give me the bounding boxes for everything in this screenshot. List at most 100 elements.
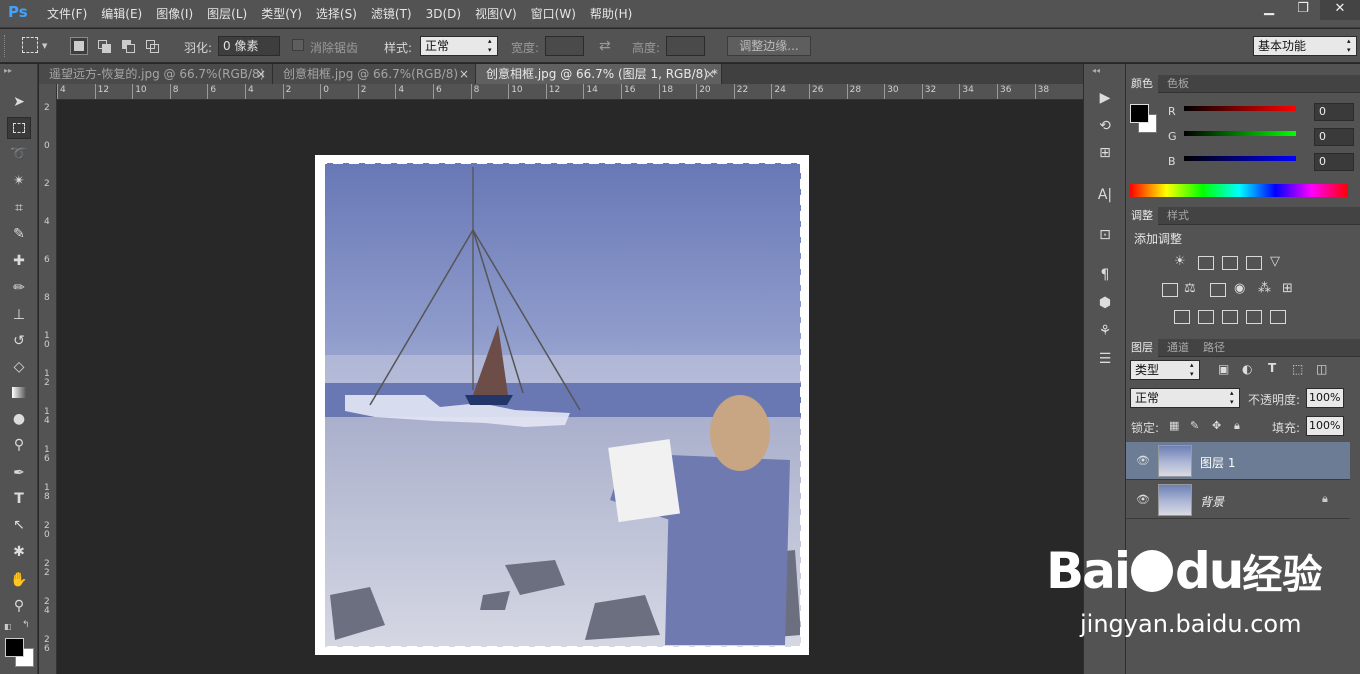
filter-adjust-icon[interactable]: ◐ — [1242, 362, 1252, 376]
close-button[interactable]: ✕ — [1320, 0, 1360, 20]
brush-presets-icon[interactable]: ⊞ — [1093, 142, 1117, 164]
dodge-tool-icon[interactable]: ⚲ — [7, 434, 31, 456]
filter-pixel-icon[interactable]: ▣ — [1218, 362, 1229, 376]
document-image[interactable] — [315, 155, 809, 655]
swap-colors-icon[interactable]: ↰ — [22, 620, 30, 630]
visibility-eye-icon[interactable]: 👁︎ — [1136, 454, 1150, 467]
hand-tool-icon[interactable]: ✋ — [7, 569, 31, 591]
color-spectrum[interactable] — [1130, 184, 1348, 197]
r-input[interactable]: 0 — [1314, 103, 1354, 121]
custom-shape-tool-icon[interactable]: ✱ — [7, 541, 31, 563]
width-input[interactable] — [545, 36, 584, 56]
brush-tool-icon[interactable]: ✏ — [7, 277, 31, 299]
eraser-tool-icon[interactable]: ◇ — [7, 356, 31, 378]
tab-swatches[interactable]: 色板 — [1162, 75, 1194, 93]
curves-icon[interactable] — [1222, 256, 1238, 270]
threshold-icon[interactable] — [1222, 310, 1238, 324]
photo-filter-icon[interactable]: ◉ — [1234, 281, 1245, 296]
feather-input[interactable]: 0 像素 — [218, 36, 280, 56]
tab-adjustments[interactable]: 调整 — [1126, 207, 1158, 225]
lock-all-icon[interactable]: 🔒︎ — [1234, 419, 1240, 433]
tab-document-1[interactable]: 遥望远方-恢复的.jpg @ 66.7%(RGB/8) × — [39, 64, 273, 84]
move-tool-icon[interactable]: ➤ — [7, 91, 31, 113]
filter-type-icon[interactable]: T — [1268, 361, 1276, 375]
levels-icon[interactable] — [1198, 256, 1214, 270]
menu-view[interactable]: 视图(V) — [468, 0, 524, 28]
lock-position-icon[interactable]: ✥ — [1212, 419, 1221, 432]
gradient-tool-icon[interactable] — [7, 382, 31, 404]
tab-document-3[interactable]: 创意相框.jpg @ 66.7% (图层 1, RGB/8) * × — [476, 64, 722, 84]
posterize-icon[interactable] — [1198, 310, 1214, 324]
black-white-icon[interactable] — [1210, 283, 1226, 297]
menu-layer[interactable]: 图层(L) — [200, 0, 254, 28]
lock-pixels-icon[interactable]: ✎ — [1190, 419, 1199, 432]
brightness-icon[interactable]: ☀ — [1174, 254, 1186, 269]
eyedropper-tool-icon[interactable]: ✎ — [7, 223, 31, 245]
menu-window[interactable]: 窗口(W) — [524, 0, 583, 28]
visibility-eye-icon[interactable]: 👁︎ — [1136, 493, 1150, 506]
character-icon[interactable]: A| — [1093, 184, 1117, 206]
exposure-icon[interactable] — [1246, 256, 1262, 270]
r-slider[interactable] — [1184, 106, 1296, 111]
history-brush-tool-icon[interactable]: ↺ — [7, 330, 31, 352]
tool-presets-icon[interactable]: ☰ — [1093, 348, 1117, 370]
menu-type[interactable]: 类型(Y) — [254, 0, 309, 28]
paragraph-icon[interactable]: ¶ — [1093, 264, 1117, 286]
menu-file[interactable]: 文件(F) — [40, 0, 94, 28]
lasso-tool-icon[interactable]: ➰ — [7, 143, 31, 165]
menu-edit[interactable]: 编辑(E) — [94, 0, 149, 28]
path-selection-tool-icon[interactable]: ↖ — [7, 514, 31, 536]
intersect-selection-icon[interactable] — [143, 37, 161, 55]
filter-shape-icon[interactable]: ⬚ — [1292, 362, 1303, 376]
default-colors-icon[interactable]: ◧ — [4, 622, 12, 631]
zoom-tool-icon[interactable]: ⚲ — [7, 595, 31, 617]
tab-close-icon[interactable]: × — [256, 64, 266, 84]
antialias-checkbox[interactable] — [292, 39, 304, 51]
tab-styles[interactable]: 样式 — [1162, 207, 1194, 225]
selective-color-icon[interactable] — [1246, 310, 1262, 324]
height-input[interactable] — [666, 36, 705, 56]
dock-collapse-icon[interactable]: ◂◂ — [1092, 66, 1100, 75]
play-actions-icon[interactable]: ▶ — [1093, 87, 1117, 109]
fill-input[interactable]: 100% — [1306, 416, 1344, 436]
invert-icon[interactable] — [1174, 310, 1190, 324]
clone-stamp-tool-icon[interactable]: ⊥ — [7, 304, 31, 326]
vibrance-icon[interactable]: ▽ — [1270, 254, 1280, 269]
crop-tool-icon[interactable]: ⌗ — [7, 197, 31, 219]
opacity-input[interactable]: 100% — [1306, 388, 1344, 408]
clone-source-icon[interactable]: ⚘ — [1093, 320, 1117, 342]
layer-name[interactable]: 背景 — [1200, 493, 1224, 510]
new-selection-icon[interactable] — [70, 37, 88, 55]
3d-icon[interactable]: ⬢ — [1093, 292, 1117, 314]
menu-filter[interactable]: 滤镜(T) — [364, 0, 419, 28]
g-input[interactable]: 0 — [1314, 128, 1354, 146]
foreground-color-swatch[interactable] — [5, 638, 24, 657]
hue-saturation-icon[interactable] — [1162, 283, 1178, 297]
minimize-button[interactable]: ▁ — [1252, 0, 1286, 20]
b-input[interactable]: 0 — [1314, 153, 1354, 171]
tab-channels[interactable]: 通道 — [1162, 339, 1194, 357]
g-slider[interactable] — [1184, 131, 1296, 136]
layer-name[interactable]: 图层 1 — [1200, 454, 1235, 471]
tab-layers[interactable]: 图层 — [1126, 339, 1158, 357]
color-balance-icon[interactable]: ⚖ — [1184, 281, 1196, 296]
marquee-preset-icon[interactable] — [22, 37, 38, 53]
channel-mixer-icon[interactable]: ⁂ — [1258, 281, 1271, 296]
b-slider[interactable] — [1184, 156, 1296, 161]
lock-transparent-icon[interactable]: ▦ — [1169, 419, 1179, 432]
type-tool-icon[interactable]: T — [7, 488, 31, 510]
blend-mode-select[interactable]: 正常 — [1130, 388, 1240, 408]
magic-wand-tool-icon[interactable]: ✴ — [7, 170, 31, 192]
tab-color[interactable]: 颜色 — [1126, 75, 1158, 93]
menu-select[interactable]: 选择(S) — [309, 0, 364, 28]
marquee-tool-icon[interactable] — [7, 117, 31, 139]
layer-filter-select[interactable]: 类型 — [1130, 360, 1200, 380]
tab-close-icon[interactable]: × — [459, 64, 469, 84]
subtract-selection-icon[interactable] — [119, 37, 137, 55]
tab-paths[interactable]: 路径 — [1198, 339, 1230, 357]
refine-edge-button[interactable]: 调整边缘... — [727, 36, 811, 56]
menu-3d[interactable]: 3D(D) — [419, 0, 468, 28]
menu-image[interactable]: 图像(I) — [149, 0, 200, 28]
tools-collapse-icon[interactable]: ▸▸ — [4, 66, 12, 75]
layer-row[interactable]: 👁︎ 背景 🔒︎ — [1126, 481, 1350, 519]
